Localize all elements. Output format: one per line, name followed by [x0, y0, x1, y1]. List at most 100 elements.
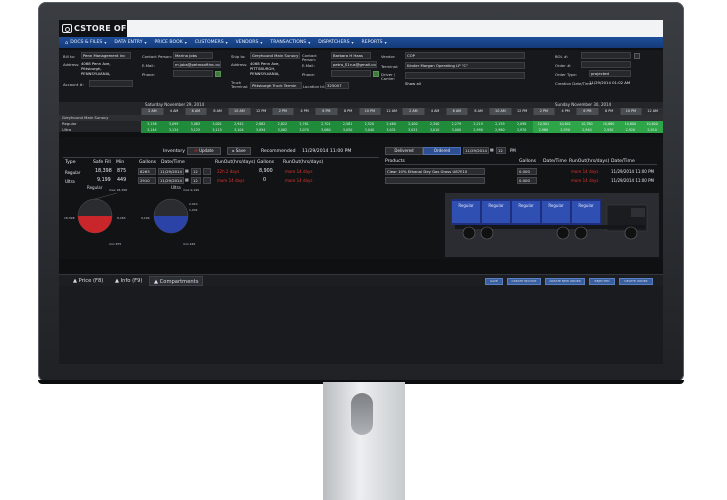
- compartment-label: Regular: [578, 203, 594, 208]
- ampm-select[interactable]: [203, 168, 211, 175]
- schedule-row-ultra: Ultra 3,144 3,134 3,125 3,115 3,104 3,094 3,08…: [59, 127, 663, 133]
- hour-input[interactable]: 12: [191, 168, 201, 175]
- ship-contact-field[interactable]: Barbara H Haas: [331, 52, 371, 59]
- bill-contact-field[interactable]: Marina Jobs: [173, 52, 213, 59]
- terminal-field[interactable]: Kinder Morgan Operating LP "C": [405, 62, 525, 69]
- menu-price-book[interactable]: PRICE BOOK ▾: [155, 40, 187, 45]
- delivered-tab[interactable]: Delivered: [385, 147, 423, 155]
- schedule-cell[interactable]: 3,104: [228, 127, 250, 133]
- schedule-cell[interactable]: 2,930: [597, 127, 620, 133]
- update-button[interactable]: ⟳ Update: [187, 147, 221, 155]
- tab-compartments[interactable]: ▲ Compartments: [149, 276, 204, 286]
- menu-data-entry[interactable]: DATA ENTRY ▾: [114, 40, 146, 45]
- truck-terminal-field[interactable]: Pittsburgh Truck Termin: [250, 82, 302, 89]
- schedule-cell[interactable]: 2,970: [510, 127, 533, 133]
- schedule-cell[interactable]: 2,960: [532, 127, 555, 133]
- schedule-cell[interactable]: 3,021: [402, 127, 424, 133]
- create-invoice-button[interactable]: CREATE INVOICE: [507, 278, 541, 285]
- location-id-field[interactable]: 325007: [325, 82, 349, 89]
- menu-dispatchers[interactable]: DISPATCHERS ▾: [318, 40, 353, 45]
- tank-max: max 9,199: [183, 188, 199, 192]
- schedule-cell[interactable]: 3,082: [271, 127, 294, 133]
- bill-phone-field[interactable]: [173, 70, 213, 77]
- save-order-button[interactable]: SAVE: [485, 278, 503, 285]
- product-select[interactable]: Clear 10% Ethanol Dey Gas Gross U87E10: [385, 168, 485, 175]
- product-gallons-input[interactable]: 0.000: [517, 177, 537, 184]
- tank-min: min 875: [109, 242, 121, 246]
- call-icon[interactable]: [215, 71, 221, 77]
- bol-lookup-icon[interactable]: [634, 53, 640, 59]
- hour-header: 2 AM: [402, 108, 424, 115]
- schedule-cell[interactable]: 3,031: [380, 127, 402, 133]
- tab-price[interactable]: ▲ Price (F8): [69, 276, 107, 286]
- ordered-tab[interactable]: Ordered: [423, 147, 461, 155]
- tank-right-bottom: 1,932: [189, 208, 198, 212]
- menu-transactions[interactable]: TRANSACTIONS ▾: [270, 40, 310, 45]
- calendar-icon[interactable]: ▦: [490, 147, 494, 152]
- schedule-cell[interactable]: 3,144: [141, 127, 163, 133]
- ship-contact-label: Contact Person:: [302, 53, 317, 62]
- rejected-button[interactable]: REJECTED: [589, 278, 615, 285]
- schedule-cell[interactable]: 2,950: [554, 127, 576, 133]
- order-ampm[interactable]: PM: [510, 148, 516, 153]
- compartment-label: Regular: [458, 203, 474, 208]
- show-all-link[interactable]: Show all: [405, 81, 421, 86]
- date-input[interactable]: 11/29/2014: [158, 168, 184, 175]
- bottom-tab-strip: ▲ Price (F8) ▲ Info (F9) ▲ Compartments …: [59, 274, 663, 286]
- delete-order-button[interactable]: DELETE ORDER: [619, 278, 653, 285]
- bill-email-field[interactable]: m.jobs@petrosoftinc.co: [173, 61, 221, 68]
- save-inventory-button[interactable]: ▸ Save: [227, 147, 251, 155]
- create-new-order-button[interactable]: CREATE NEW ORDER: [545, 278, 585, 285]
- order-hour-input[interactable]: 12: [496, 147, 506, 154]
- schedule-cell[interactable]: 3,040: [358, 127, 381, 133]
- menu-docs-files[interactable]: ⌂ DOCS & FILES ▾: [65, 40, 106, 46]
- hour-header: 8 PM: [597, 108, 620, 115]
- schedule-cell[interactable]: 2,920: [619, 127, 642, 133]
- product-select[interactable]: [385, 177, 485, 184]
- schedule-cell[interactable]: 3,060: [315, 127, 337, 133]
- schedule-cell[interactable]: 3,000: [445, 127, 468, 133]
- title-bar-blank: [127, 20, 663, 37]
- menu-reports[interactable]: REPORTS ▾: [362, 40, 387, 45]
- hour-header: 12 AM: [641, 108, 663, 115]
- driver-carrier-field[interactable]: [405, 72, 525, 79]
- bol-field[interactable]: [581, 52, 631, 59]
- schedule-cell[interactable]: 3,125: [184, 127, 207, 133]
- schedule-cell[interactable]: 3,070: [293, 127, 315, 133]
- refresh-icon: ⟳: [194, 148, 198, 153]
- menu-vendors[interactable]: VENDORS ▾: [236, 40, 263, 45]
- chevron-down-icon: ▾: [351, 40, 354, 45]
- ship-email-field[interactable]: petro_S1rus@gmail.com: [331, 61, 377, 68]
- tank-gauges: Regular max 18,398 18,398 8,263 min 875 …: [64, 185, 199, 246]
- product-gallons-input[interactable]: 0.000: [517, 168, 537, 175]
- call-icon[interactable]: [373, 71, 379, 77]
- ship-address-label: Address:: [231, 62, 248, 67]
- menu-customers[interactable]: CUSTOMERS ▾: [195, 40, 228, 45]
- schedule-cell[interactable]: 3,115: [206, 127, 228, 133]
- account-field[interactable]: [89, 80, 133, 87]
- ship-phone-field[interactable]: [331, 70, 371, 77]
- row-min: 875: [117, 169, 127, 174]
- schedule-cell[interactable]: 3,050: [336, 127, 359, 133]
- bill-to-field[interactable]: Penn Management Inc: [81, 52, 131, 59]
- calendar-icon[interactable]: ▦: [185, 177, 189, 182]
- account-label: Account #:: [63, 82, 84, 87]
- order-number-field[interactable]: [581, 61, 631, 68]
- product-date: 11/29/2014 11:00 PM: [611, 178, 654, 183]
- schedule-cell[interactable]: 3,134: [162, 127, 185, 133]
- schedule-cell[interactable]: 3,094: [249, 127, 272, 133]
- schedule-cell[interactable]: 2,910: [641, 127, 663, 133]
- schedule-cell[interactable]: 3,010: [423, 127, 446, 133]
- tank-max: max 18,398: [109, 188, 127, 192]
- order-date-input[interactable]: 11/29/2014: [463, 147, 489, 154]
- vendor-field[interactable]: COP: [405, 52, 525, 59]
- gallons-input[interactable]: 8263: [138, 168, 156, 175]
- order-type-field[interactable]: projected: [589, 70, 631, 77]
- schedule-cell[interactable]: 2,940: [576, 127, 598, 133]
- calendar-icon[interactable]: ▦: [185, 168, 189, 173]
- truck-wheel: [480, 226, 494, 240]
- tab-info[interactable]: ▲ Info (F9): [111, 276, 146, 286]
- ship-to-field[interactable]: Greyhound Main Sunocy: [250, 52, 300, 59]
- schedule-cell[interactable]: 2,980: [489, 127, 511, 133]
- schedule-cell[interactable]: 2,990: [467, 127, 489, 133]
